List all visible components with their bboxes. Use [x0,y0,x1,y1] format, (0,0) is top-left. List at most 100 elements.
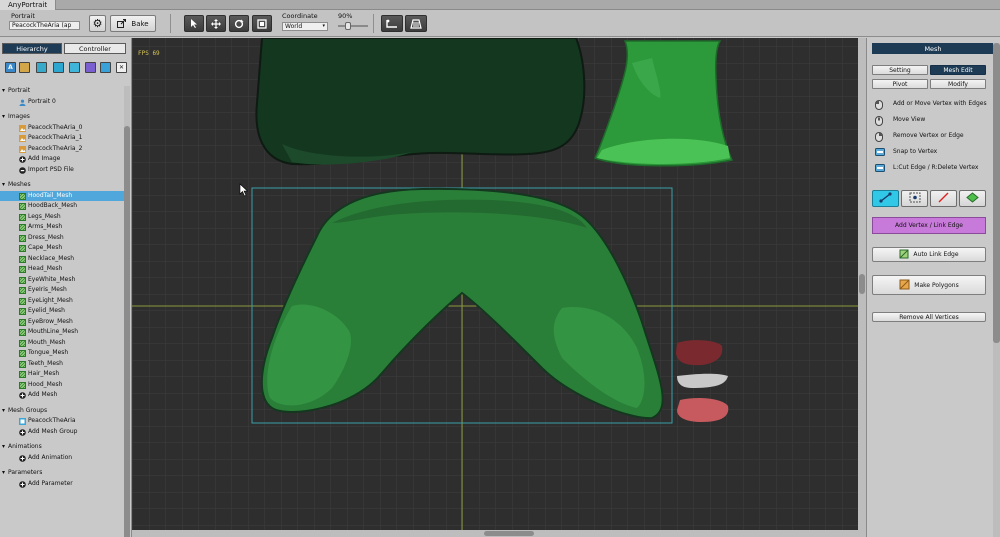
auto-link-edge-button[interactable]: Auto Link Edge [872,247,986,262]
hint-text: L:Cut Edge / R:Delete Vertex [893,164,979,171]
inspector-scrollbar[interactable] [993,43,1000,537]
tree-item-import-psd-file[interactable]: Import PSD File [0,165,124,175]
modifier-tool-button[interactable] [405,15,427,32]
viewport-horizontal-scrollbar-thumb[interactable] [484,531,534,536]
tab-hierarchy[interactable]: Hierarchy [2,43,62,54]
parameter-filter-icon[interactable] [85,62,96,73]
tree-item-hood-mesh[interactable]: Hood_Mesh [0,380,124,390]
scale-tool-button[interactable] [252,15,272,32]
mesh-filter-icon[interactable] [36,62,47,73]
tree-item-peacockthearia[interactable]: PeacockTheAria [0,416,124,426]
tree-item-legs-mesh[interactable]: Legs_Mesh [0,212,124,222]
hierarchy-scrollbar[interactable] [124,86,130,537]
tree-item-add-parameter[interactable]: Add Parameter [0,479,124,489]
remove-all-vertices-button[interactable]: Remove All Vertices [872,312,986,322]
image-filter-icon[interactable] [19,62,30,73]
animation-filter-icon[interactable] [69,62,80,73]
tab-mesh-edit[interactable]: Mesh Edit [930,65,986,75]
tree-item-eyelight-mesh[interactable]: EyeLight_Mesh [0,296,124,306]
rotate-icon [234,19,244,29]
tree-item-mouth-mesh[interactable]: Mouth_Mesh [0,338,124,348]
settings-button[interactable]: ⚙ [89,15,106,32]
bone-tool-button[interactable] [381,15,403,32]
inspector-scrollbar-thumb[interactable] [993,43,1000,343]
select-vertex-tool-button[interactable] [901,190,928,207]
tree-item-portrait-0[interactable]: Portrait 0 [0,97,124,107]
clear-filter-icon[interactable]: ✕ [116,62,127,73]
add-icon [19,156,26,163]
move-tool-button[interactable] [206,15,226,32]
zoom-slider[interactable] [338,22,368,30]
hint-text: Remove Vertex or Edge [893,132,964,139]
tree-item-necklace-mesh[interactable]: Necklace_Mesh [0,254,124,264]
tree-item-label: Add Animation [28,453,73,461]
tree-item-label: Mouth_Mesh [28,338,66,346]
tree-item-label: Hood_Mesh [28,380,63,388]
viewport-horizontal-scrollbar[interactable] [132,530,858,537]
tree-item-add-image[interactable]: Add Image [0,154,124,164]
tab-pivot[interactable]: Pivot [872,79,928,89]
rotate-tool-button[interactable] [229,15,249,32]
mesh-icon [19,245,26,252]
tree-item-teeth-mesh[interactable]: Teeth_Mesh [0,359,124,369]
tree-item-mouthline-mesh[interactable]: MouthLine_Mesh [0,327,124,337]
mesh-viewport[interactable]: FPS 69 [132,38,858,530]
viewport-vertical-scrollbar-thumb[interactable] [859,274,865,294]
add-vertex-link-tool-button[interactable] [872,190,899,207]
zoom-slider-thumb[interactable] [345,22,351,30]
tree-item-label: Necklace_Mesh [28,254,75,262]
text-filter-icon[interactable]: A [5,62,16,73]
tree-item-peacockthearia-0[interactable]: PeacockTheAria_0 [0,123,124,133]
select-tool-button[interactable] [184,15,204,32]
tree-item-eyeiris-mesh[interactable]: EyeIris_Mesh [0,285,124,295]
add-icon [19,428,26,436]
tree-item-hoodtail-mesh[interactable]: HoodTail_Mesh [0,190,124,201]
tree-item-eyewhite-mesh[interactable]: EyeWhite_Mesh [0,275,124,285]
tab-modify[interactable]: Modify [930,79,986,89]
tree-section-mesh-groups[interactable]: Mesh Groups [0,406,124,416]
tree-item-dress-mesh[interactable]: Dress_Mesh [0,233,124,243]
viewport-canvas[interactable] [132,38,858,530]
window-tab[interactable]: AnyPortrait [0,0,57,10]
add-icon [19,480,26,488]
meshgroup-filter-icon[interactable] [53,62,64,73]
tree-item-peacockthearia-2[interactable]: PeacockTheAria_2 [0,144,124,154]
make-polygons-button[interactable]: Make Polygons [872,275,986,295]
bake-button[interactable]: Bake [110,15,156,32]
link-edge-tool-button[interactable] [930,190,957,207]
tree-item-add-mesh-group[interactable]: Add Mesh Group [0,427,124,437]
tree-item-label: HoodBack_Mesh [28,202,78,209]
tree-item-label: Legs_Mesh [28,212,61,220]
tree-section-images[interactable]: Images [0,112,124,122]
viewport-vertical-scrollbar[interactable] [858,38,866,537]
add-vertex-link-edge-button[interactable]: Add Vertex / Link Edge [872,217,986,234]
portrait-filter-icon[interactable] [100,62,111,73]
tree-item-hair-mesh[interactable]: Hair_Mesh [0,369,124,379]
tree-item-eyebrow-mesh[interactable]: EyeBrow_Mesh [0,317,124,327]
hood-back-shape [255,38,586,166]
portrait-field[interactable]: PeacockTheAria (ap [9,21,80,30]
tree-item-eyelid-mesh[interactable]: Eyelid_Mesh [0,306,124,316]
tree-item-label: PeacockTheAria_2 [28,144,83,152]
mesh-icon [19,266,26,273]
tree-item-arms-mesh[interactable]: Arms_Mesh [0,222,124,232]
tree-item-add-animation[interactable]: Add Animation [0,453,124,463]
chevron-down-icon: ▾ [322,23,325,29]
tree-item-head-mesh[interactable]: Head_Mesh [0,264,124,274]
tree-item-add-mesh[interactable]: Add Mesh [0,390,124,400]
tree-section-meshes[interactable]: Meshes [0,180,124,190]
tree-item-label: PeacockTheAria_0 [28,123,83,131]
tree-item-label: PeacockTheAria_1 [28,134,83,141]
tree-item-hoodback-mesh[interactable]: HoodBack_Mesh [0,201,124,211]
tab-controller[interactable]: Controller [64,43,126,54]
coordinate-dropdown[interactable]: World ▾ [282,22,328,31]
polygon-tool-button[interactable] [959,190,986,207]
tree-section-portrait[interactable]: Portrait [0,86,124,96]
hierarchy-scrollbar-thumb[interactable] [124,126,130,537]
tab-setting[interactable]: Setting [872,65,928,75]
tree-item-cape-mesh[interactable]: Cape_Mesh [0,243,124,253]
tree-item-tongue-mesh[interactable]: Tongue_Mesh [0,348,124,358]
tree-section-parameters[interactable]: Parameters [0,468,124,478]
tree-item-peacockthearia-1[interactable]: PeacockTheAria_1 [0,133,124,143]
tree-section-animations[interactable]: Animations [0,442,124,452]
